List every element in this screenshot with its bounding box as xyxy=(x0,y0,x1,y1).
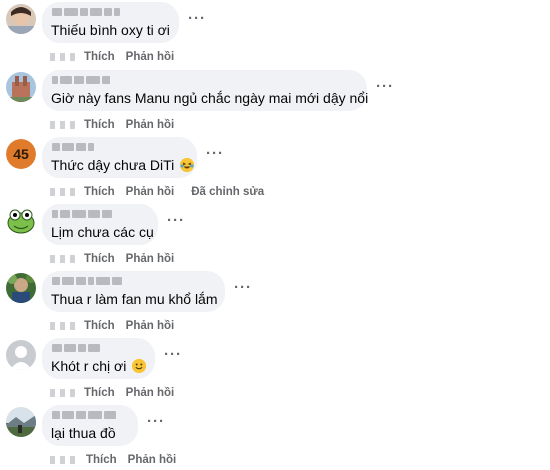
more-options-button[interactable]: ··· xyxy=(164,347,182,362)
more-options-button[interactable]: ··· xyxy=(147,414,165,429)
avatar[interactable] xyxy=(6,407,36,437)
comment-actions: Thích Phản hồi xyxy=(50,320,185,334)
comment-actions: Thích Phản hồi xyxy=(50,387,185,401)
comment-item: Thua r làm fan mu khổ lắm ··· Thích Phản … xyxy=(0,271,550,338)
like-button[interactable]: Thích xyxy=(84,186,115,198)
comment-text: Thua r làm fan mu khổ lắm xyxy=(51,291,218,307)
comment-bubble: Thức dậy chưa DiTi xyxy=(42,137,197,178)
avatar[interactable] xyxy=(6,340,36,370)
timestamp[interactable] xyxy=(50,187,80,197)
timestamp[interactable] xyxy=(50,388,80,398)
more-options-button[interactable]: ··· xyxy=(206,146,224,161)
comment-item: Thiếu bình oxy ti ơi ··· Thích Phản hồi xyxy=(0,2,550,69)
more-options-button[interactable]: ··· xyxy=(234,280,252,295)
author-name[interactable] xyxy=(52,143,94,151)
comment-text: Lịm chưa các cụ xyxy=(51,224,154,240)
like-button[interactable]: Thích xyxy=(84,119,115,131)
comment-text-content: Thức dậy chưa DiTi xyxy=(51,157,175,173)
timestamp[interactable] xyxy=(44,455,75,465)
reply-button[interactable]: Phản hồi xyxy=(126,119,175,131)
like-button[interactable]: Thích xyxy=(84,253,115,265)
reply-button[interactable]: Phản hồi xyxy=(126,320,175,332)
comment-item: Khót r chị ơi ··· Thích Phản hồi xyxy=(0,338,550,405)
more-options-button[interactable]: ··· xyxy=(167,213,185,228)
comment-item: 45 Thức dậy chưa DiTi ··· Thích Phản hồi Đ… xyxy=(0,137,550,204)
reply-button[interactable]: Phản hồi xyxy=(126,51,175,63)
avatar[interactable]: 45 xyxy=(6,139,36,169)
comment-actions: Thích Phản hồi xyxy=(44,454,187,468)
comment-text: Thức dậy chưa DiTi xyxy=(51,157,195,174)
comment-item: Giờ này fans Manu ngủ chắc ngày mai mới … xyxy=(0,70,550,137)
comment-bubble: Thua r làm fan mu khổ lắm xyxy=(42,271,225,312)
comment-bubble: Thiếu bình oxy ti ơi xyxy=(42,2,179,43)
edited-label: Đã chỉnh sửa xyxy=(191,186,265,198)
timestamp[interactable] xyxy=(50,52,80,62)
author-name[interactable] xyxy=(52,344,100,352)
author-name[interactable] xyxy=(52,8,120,16)
avatar[interactable] xyxy=(6,72,36,102)
comment-bubble: lại thua đồ xyxy=(42,405,138,446)
laughing-tears-icon xyxy=(180,158,195,172)
more-options-button[interactable]: ··· xyxy=(376,79,394,94)
comment-actions: Thích Phản hồi xyxy=(50,253,185,267)
timestamp[interactable] xyxy=(50,254,80,264)
reply-button[interactable]: Phản hồi xyxy=(126,253,175,265)
comment-actions: Thích Phản hồi xyxy=(50,119,185,133)
reply-button[interactable]: Phản hồi xyxy=(126,387,175,399)
smile-icon xyxy=(132,359,147,373)
reply-button[interactable]: Phản hồi xyxy=(126,186,175,198)
author-name[interactable] xyxy=(52,76,110,84)
author-name[interactable] xyxy=(52,411,116,419)
like-button[interactable]: Thích xyxy=(84,51,115,63)
comment-bubble: Lịm chưa các cụ xyxy=(42,204,158,245)
comment-text: Thiếu bình oxy ti ơi xyxy=(51,22,170,38)
timestamp[interactable] xyxy=(50,321,80,331)
comment-item: Lịm chưa các cụ ··· Thích Phản hồi xyxy=(0,204,550,271)
avatar[interactable] xyxy=(6,206,36,236)
reply-button[interactable]: Phản hồi xyxy=(128,454,177,466)
comment-bubble: Giờ này fans Manu ngủ chắc ngày mai mới … xyxy=(42,70,369,111)
comment-text-content: Khót r chị ơi xyxy=(51,358,127,374)
comment-item: lại thua đồ ··· Thích Phản hồi xyxy=(0,405,550,470)
comment-actions: Thích Phản hồi xyxy=(50,51,185,65)
like-button[interactable]: Thích xyxy=(86,454,117,466)
author-name[interactable] xyxy=(52,277,122,285)
comment-text: lại thua đồ xyxy=(51,425,116,441)
avatar-logo-text: 45 xyxy=(13,146,29,162)
comment-text: Khót r chị ơi xyxy=(51,358,147,375)
timestamp[interactable] xyxy=(50,120,80,130)
like-button[interactable]: Thích xyxy=(84,320,115,332)
author-name[interactable] xyxy=(52,210,112,218)
avatar[interactable] xyxy=(6,4,36,34)
more-options-button[interactable]: ··· xyxy=(188,11,206,26)
comment-bubble: Khót r chị ơi xyxy=(42,338,155,379)
comment-text: Giờ này fans Manu ngủ chắc ngày mai mới … xyxy=(51,90,369,106)
like-button[interactable]: Thích xyxy=(84,387,115,399)
comment-actions: Thích Phản hồi Đã chỉnh sửa xyxy=(50,186,264,200)
avatar[interactable] xyxy=(6,273,36,303)
